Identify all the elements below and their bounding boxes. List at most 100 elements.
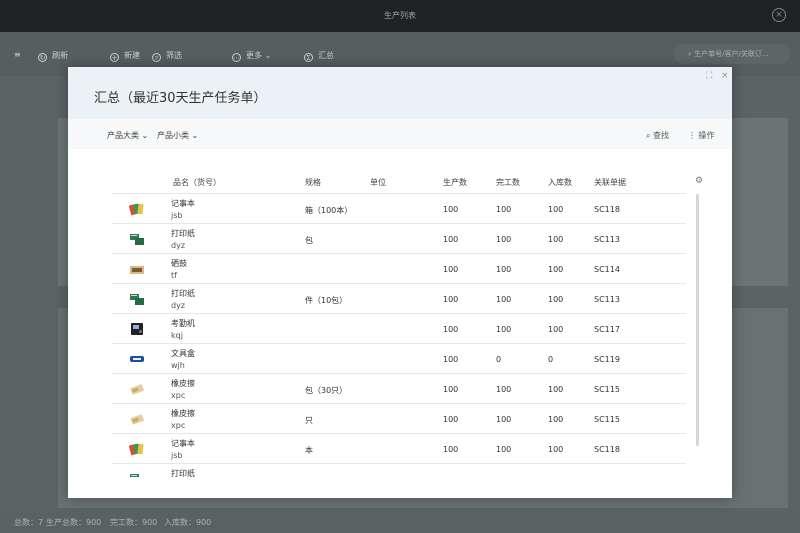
printer-paper-icon [129,232,145,246]
cell-completed: 0 [496,355,502,364]
cell-doc[interactable]: SC114 [594,265,620,274]
cell-doc[interactable]: SC115 [594,385,620,394]
product-name: 橡皮擦 [171,379,195,388]
table-row[interactable]: 打印纸 dyz 包 100 100 100 SC113 [112,224,686,254]
table-row[interactable]: 橡皮擦 xpc 只 100 100 100 SC115 [112,404,686,434]
cell-doc[interactable]: SC119 [594,355,620,364]
more-button[interactable]: ⋯ 更多 ⌄ [232,50,271,62]
close-icon[interactable]: × [721,71,729,81]
notebook-icon [128,202,145,216]
table-row[interactable]: 橡皮擦 xpc 包（30只） 100 100 100 SC115 [112,374,686,404]
toner-cartridge-icon [129,262,145,276]
cell-stocked: 100 [548,325,564,334]
cell-produced: 100 [443,415,459,424]
status-produced: 生产总数：900 [46,518,102,527]
cell-produced: 100 [443,445,459,454]
product-code: kqj [171,331,183,340]
close-icon[interactable]: × [772,8,786,22]
refresh-button[interactable]: ↻ 刷新 [38,50,68,62]
gear-icon[interactable]: ⚙ [695,176,703,186]
search-button[interactable]: ⌕ 查找 [646,130,669,141]
search-icon: ⌕ [646,131,651,140]
column-header[interactable]: 生产数 [443,177,467,188]
product-name: 打印纸 [171,289,195,298]
cell-stocked: 100 [548,205,564,214]
product-name: 硒鼓 [171,259,187,268]
attendance-machine-icon [129,322,145,336]
filter-button[interactable]: ▿ 筛选 [152,50,182,62]
cell-doc[interactable]: SC117 [594,325,620,334]
sidebar-toggle-icon[interactable]: ≡ [14,50,21,59]
cell-stocked: 100 [548,235,564,244]
cell-stocked: 100 [548,445,564,454]
cell-produced: 100 [443,325,459,334]
app-title: 生产列表 [384,11,416,20]
operate-button[interactable]: ⋮ 操作 [688,130,715,141]
status-completed: 完工数：900 [110,518,158,527]
table-row[interactable]: 记事本 jsb 本 100 100 100 SC118 [112,434,686,464]
cell-doc[interactable]: SC118 [594,205,620,214]
status-bar: 总数：7 生产总数：900 完工数：900 入库数：900 [0,511,800,533]
cell-spec: 包 [305,236,313,245]
product-code: tf [171,271,177,280]
product-name: 记事本 [171,199,195,208]
table-row[interactable]: 文具盒 wjh 100 0 0 SC119 [112,344,686,374]
new-button[interactable]: + 新建 [110,50,140,62]
cell-doc[interactable]: SC113 [594,235,620,244]
filter-icon: ▿ [152,53,161,62]
category-dropdown[interactable]: 产品大类 ⌄ [107,130,148,141]
kebab-menu-icon: ⋮ [688,131,696,140]
cell-completed: 100 [496,325,512,334]
scrollbar[interactable] [696,194,699,446]
table-body: 记事本 jsb 箱（100本） 100 100 100 SC118 打印纸 dyz 包 100 100… [112,194,686,477]
cell-produced: 100 [443,355,459,364]
column-header[interactable]: 完工数 [496,177,520,188]
cell-produced: 100 [443,235,459,244]
cell-completed: 100 [496,415,512,424]
product-name: 橡皮擦 [171,409,195,418]
cell-stocked: 100 [548,295,564,304]
product-code: dyz [171,241,186,250]
cell-doc[interactable]: SC118 [594,445,620,454]
summary-icon: Σ [304,53,313,62]
refresh-icon: ↻ [38,53,47,62]
cell-doc[interactable]: SC113 [594,295,620,304]
chevron-down-icon: ⌄ [141,131,149,140]
summary-dialog: 汇总（最近30天生产任务单） ⛶ × 产品大类 ⌄ 产品小类 ⌄ ⌕ 查找 ⋮ … [68,67,732,498]
search-input[interactable]: ⌕ 生产单号/客户/关联订... [674,44,790,64]
product-code: xpc [171,421,186,430]
dialog-header: 汇总（最近30天生产任务单） ⛶ × [68,67,732,119]
printer-paper-icon [129,292,145,306]
cell-stocked: 0 [548,355,554,364]
column-header[interactable]: 入库数 [548,177,572,188]
cell-completed: 100 [496,265,512,274]
column-header[interactable]: 关联单据 [594,177,626,188]
subcategory-dropdown[interactable]: 产品小类 ⌄ [157,130,198,141]
cell-spec: 包（30只） [305,386,348,395]
column-header[interactable]: 单位 [370,177,386,188]
more-icon: ⋯ [232,53,241,62]
maximize-icon[interactable]: ⛶ [706,71,712,81]
summary-button[interactable]: Σ 汇总 [304,50,334,62]
printer-paper-icon [129,472,145,477]
product-code: jsb [171,211,183,220]
table-row[interactable]: 打印纸 [112,464,686,477]
table-row[interactable]: 硒鼓 tf 100 100 100 SC114 [112,254,686,284]
table-row[interactable]: 打印纸 dyz 件（10包） 100 100 100 SC113 [112,284,686,314]
app-titlebar: 生产列表 × [0,0,800,32]
status-stocked: 入库数：900 [164,518,212,527]
summary-table: 品名（货号） 规格 单位 生产数 完工数 入库数 关联单据 记事本 jsb 箱（10… [112,171,686,477]
cell-spec: 箱（100本） [305,206,353,215]
cell-completed: 100 [496,445,512,454]
product-code: jsb [171,451,183,460]
status-total: 总数：7 [14,518,44,527]
table-row[interactable]: 记事本 jsb 箱（100本） 100 100 100 SC118 [112,194,686,224]
product-name: 考勤机 [171,319,195,328]
column-header[interactable]: 品名（货号） [173,177,221,188]
pencil-case-icon [129,352,145,366]
cell-doc[interactable]: SC115 [594,415,620,424]
product-name: 打印纸 [171,229,195,238]
cell-spec: 只 [305,416,313,425]
table-row[interactable]: 考勤机 kqj 100 100 100 SC117 [112,314,686,344]
column-header[interactable]: 规格 [305,177,321,188]
